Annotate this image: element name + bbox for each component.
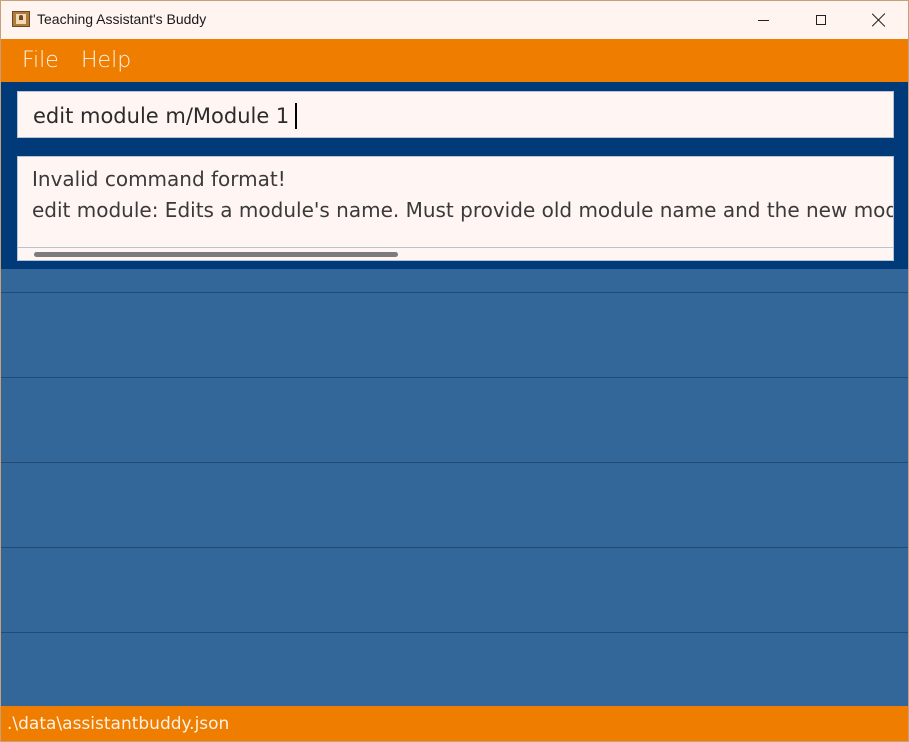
- minimize-icon: [757, 19, 769, 21]
- close-button[interactable]: [850, 1, 908, 39]
- list-row-divider: [1, 292, 908, 293]
- command-area: edit module m/Module 1 Invalid command f…: [1, 82, 908, 269]
- list-panel: [1, 269, 908, 706]
- menu-bar: File Help: [1, 39, 908, 82]
- app-window: Teaching Assistant's Buddy File Help edi…: [0, 0, 909, 742]
- result-usage-line: edit module: Edits a module's name. Must…: [32, 198, 894, 222]
- command-value: edit module m/Module 1: [33, 104, 290, 128]
- menu-file[interactable]: File: [22, 48, 59, 73]
- list-row-divider: [1, 377, 908, 378]
- maximize-icon: [816, 15, 826, 25]
- result-error-line: Invalid command format!: [32, 167, 286, 191]
- list-row-divider: [1, 547, 908, 548]
- status-bar: .\data\assistantbuddy.json: [1, 706, 908, 741]
- text-caret: [295, 103, 297, 129]
- command-text[interactable]: edit module m/Module 1: [33, 103, 297, 129]
- list-row-divider: [1, 462, 908, 463]
- scrollbar-thumb[interactable]: [34, 252, 398, 257]
- app-icon: [12, 11, 30, 27]
- result-display: Invalid command format! edit module: Edi…: [17, 156, 894, 261]
- title-bar: Teaching Assistant's Buddy: [1, 1, 908, 39]
- maximize-button[interactable]: [792, 1, 850, 39]
- close-icon: [872, 13, 886, 27]
- save-file-path: .\data\assistantbuddy.json: [7, 714, 230, 734]
- menu-help[interactable]: Help: [81, 48, 131, 73]
- list-row-divider: [1, 632, 908, 633]
- window-title: Teaching Assistant's Buddy: [37, 11, 207, 27]
- horizontal-scrollbar[interactable]: [18, 247, 893, 260]
- command-input[interactable]: edit module m/Module 1: [17, 91, 894, 138]
- minimize-button[interactable]: [734, 1, 792, 39]
